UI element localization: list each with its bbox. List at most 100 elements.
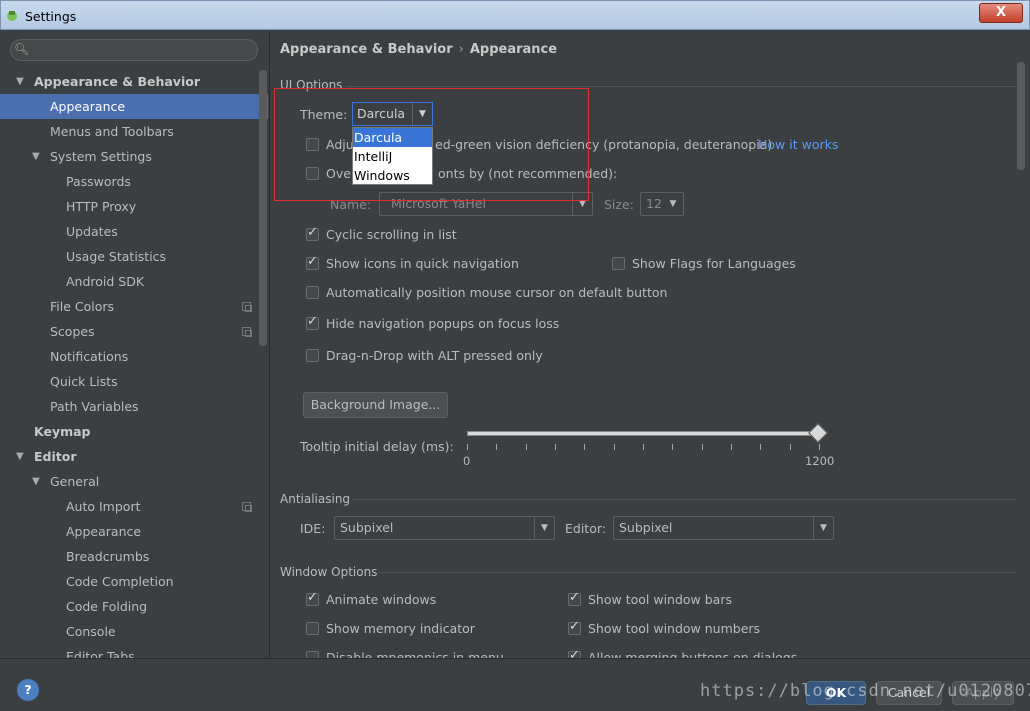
sidebar-item-code-folding[interactable]: Code Folding	[0, 594, 268, 619]
sidebar-item-auto-import[interactable]: Auto Import	[0, 494, 268, 519]
editor-aa-label: Editor:	[565, 521, 606, 536]
sidebar-item-keymap[interactable]: Keymap	[0, 419, 268, 444]
chevron-down-icon: ▼	[813, 517, 833, 539]
expand-arrow-icon: ▼	[16, 76, 24, 87]
sidebar-item-notifications[interactable]: Notifications	[0, 344, 268, 369]
section-window-options: Window Options	[280, 565, 378, 579]
dialog-footer: ? OK Cancel Apply https://blog.csdn.net/…	[0, 658, 1030, 711]
slider-tick	[526, 444, 527, 450]
search-icon: 🔍︎	[14, 42, 30, 56]
sidebar-item-menus-toolbars[interactable]: Menus and Toolbars	[0, 119, 268, 144]
android-studio-icon	[7, 11, 17, 21]
hide-nav-popups-label: Hide navigation popups on focus loss	[326, 316, 560, 331]
sidebar-item-system-settings[interactable]: ▼ System Settings	[0, 144, 268, 169]
show-flags-label: Show Flags for Languages	[632, 256, 796, 271]
window-title: Settings	[25, 9, 77, 24]
section-antialiasing: Antialiasing	[280, 492, 351, 506]
font-size-select[interactable]: 12 ▼	[640, 192, 684, 216]
sidebar-item-general[interactable]: ▼ General	[0, 469, 268, 494]
drag-n-drop-alt-label: Drag-n-Drop with ALT pressed only	[326, 348, 543, 363]
slider-tick	[584, 444, 585, 450]
slider-tick	[819, 444, 820, 450]
show-tool-window-numbers-checkbox[interactable]	[568, 619, 581, 635]
sidebar-item-code-completion[interactable]: Code Completion	[0, 569, 268, 594]
sidebar-item-appearance-behavior[interactable]: ▼ Appearance & Behavior	[0, 69, 268, 94]
expand-arrow-icon: ▼	[16, 451, 24, 462]
show-tool-window-numbers-label: Show tool window numbers	[588, 621, 761, 636]
sidebar-item-quick-lists[interactable]: Quick Lists	[0, 369, 268, 394]
cyclic-scrolling-checkbox[interactable]	[306, 225, 319, 241]
tooltip-delay-label: Tooltip initial delay (ms):	[300, 439, 454, 454]
sidebar-item-file-colors[interactable]: File Colors	[0, 294, 268, 319]
sidebar-item-editor[interactable]: ▼ Editor	[0, 444, 268, 469]
auto-position-cursor-label: Automatically position mouse cursor on d…	[326, 285, 668, 300]
auto-position-cursor-checkbox[interactable]	[306, 286, 319, 299]
ide-aa-label: IDE:	[300, 521, 326, 536]
annotation-highlight-box	[274, 88, 589, 201]
sidebar-item-scopes[interactable]: Scopes	[0, 319, 268, 344]
sidebar-item-usage-statistics[interactable]: Usage Statistics	[0, 244, 268, 269]
ide-aa-select[interactable]: Subpixel ▼	[334, 516, 555, 540]
sidebar-item-http-proxy[interactable]: HTTP Proxy	[0, 194, 268, 219]
slider-tick	[760, 444, 761, 450]
settings-search-input[interactable]: 🔍︎	[10, 39, 258, 61]
project-scope-icon	[242, 502, 252, 512]
show-icons-quick-nav-checkbox[interactable]	[306, 254, 319, 270]
sidebar-item-breadcrumbs[interactable]: Breadcrumbs	[0, 544, 268, 569]
show-tool-window-bars-checkbox[interactable]	[568, 590, 581, 606]
sidebar-item-path-variables[interactable]: Path Variables	[0, 394, 268, 419]
animate-windows-label: Animate windows	[326, 592, 437, 607]
show-memory-indicator-checkbox[interactable]	[306, 622, 319, 635]
how-it-works-link[interactable]: How it works	[758, 137, 838, 152]
breadcrumb-separator-icon: ›	[458, 42, 464, 57]
background-image-button[interactable]: Background Image...	[303, 392, 448, 418]
show-flags-checkbox[interactable]	[612, 257, 625, 270]
sidebar-item-updates[interactable]: Updates	[0, 219, 268, 244]
help-button[interactable]: ?	[17, 679, 39, 701]
drag-n-drop-alt-checkbox[interactable]	[306, 349, 319, 362]
slider-max-label: 1200	[805, 454, 835, 468]
slider-tick	[467, 444, 468, 450]
watermark-text: https://blog.csdn.net/u012080791	[700, 681, 1030, 701]
show-icons-quick-nav-label: Show icons in quick navigation	[326, 256, 519, 271]
slider-tick	[555, 444, 556, 450]
project-scope-icon	[242, 302, 252, 312]
content-scrollbar[interactable]	[1017, 62, 1025, 170]
hide-nav-popups-checkbox[interactable]	[306, 314, 319, 330]
tooltip-delay-slider-thumb[interactable]	[808, 423, 828, 443]
expand-arrow-icon: ▼	[32, 476, 40, 487]
show-memory-indicator-label: Show memory indicator	[326, 621, 475, 636]
project-scope-icon	[242, 327, 252, 337]
animate-windows-checkbox[interactable]	[306, 590, 319, 606]
chevron-down-icon: ▼	[669, 199, 677, 209]
window-titlebar: Settings X	[0, 0, 1030, 30]
section-divider	[353, 499, 1016, 500]
chevron-down-icon: ▼	[534, 517, 554, 539]
slider-tick	[731, 444, 732, 450]
window-close-button[interactable]: X	[979, 3, 1023, 23]
slider-tick	[614, 444, 615, 450]
sidebar-item-editor-tabs[interactable]: Editor Tabs	[0, 644, 268, 658]
slider-tick	[790, 444, 791, 450]
breadcrumb-current: Appearance	[469, 42, 558, 57]
slider-tick	[496, 444, 497, 450]
show-tool-window-bars-label: Show tool window bars	[588, 592, 732, 607]
sidebar-item-console[interactable]: Console	[0, 619, 268, 644]
section-divider	[346, 86, 1016, 87]
slider-min-label: 0	[463, 454, 471, 468]
sidebar-item-passwords[interactable]: Passwords	[0, 169, 268, 194]
sidebar-item-editor-appearance[interactable]: Appearance	[0, 519, 268, 544]
tooltip-delay-slider-track[interactable]	[467, 431, 819, 436]
sidebar-item-android-sdk[interactable]: Android SDK	[0, 269, 268, 294]
slider-tick	[702, 444, 703, 450]
editor-aa-select[interactable]: Subpixel ▼	[613, 516, 834, 540]
breadcrumb: Appearance & Behavior › Appearance	[280, 42, 557, 57]
breadcrumb-root[interactable]: Appearance & Behavior	[280, 42, 453, 57]
expand-arrow-icon: ▼	[32, 151, 40, 162]
slider-tick	[672, 444, 673, 450]
slider-tick	[643, 444, 644, 450]
sidebar-item-appearance[interactable]: Appearance	[0, 94, 268, 119]
settings-sidebar: 🔍︎ ▼ Appearance & Behavior Appearance Me…	[0, 30, 270, 658]
sidebar-scrollbar[interactable]	[259, 70, 267, 346]
section-divider	[378, 572, 1016, 573]
